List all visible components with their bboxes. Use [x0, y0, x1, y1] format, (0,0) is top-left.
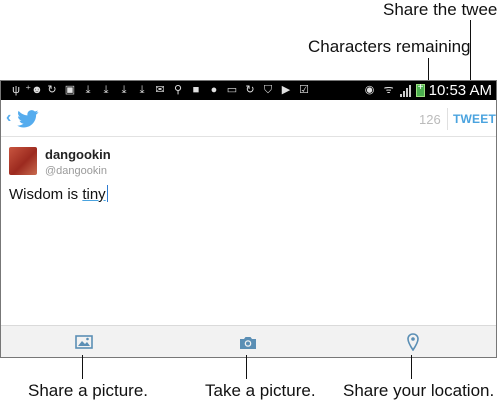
signal-icon	[399, 84, 412, 97]
gmail-icon: ✉	[155, 84, 165, 96]
shield-icon: ⛉	[263, 84, 273, 96]
camera-icon[interactable]	[238, 332, 258, 352]
display-name: dangookin	[45, 147, 111, 162]
twitter-bird-icon[interactable]	[17, 110, 39, 133]
tweet-text-plain: Wisdom is	[9, 186, 83, 203]
clock: 10:53 AM	[428, 82, 492, 99]
sync-icon: ↻	[245, 84, 255, 96]
characters-remaining-counter: 126	[419, 112, 441, 127]
share-location-leader-line	[411, 355, 412, 379]
voicemail-icon: ▭	[226, 84, 238, 96]
back-chevron-icon[interactable]: ‹	[6, 109, 11, 127]
avatar	[9, 147, 37, 175]
share-picture-leader-line	[82, 355, 83, 379]
play-store-icon: ▶	[281, 84, 291, 96]
facebook-icon: ■	[192, 84, 200, 96]
status-right: ◉ ᯤ 10:53 AM	[362, 81, 492, 100]
text-caret	[106, 185, 108, 202]
location-pin-icon[interactable]	[403, 332, 423, 352]
tweet-button[interactable]: TWEET	[453, 112, 496, 126]
eye-icon: ◉	[364, 84, 375, 96]
download-icon: ⤓	[103, 84, 109, 96]
download-icon: ⤓	[139, 84, 145, 96]
user-handle: @dangookin	[45, 165, 107, 177]
phone-screen: ψ ⁺☻ ↻ ▣ ⤓ ⤓ ⤓ ⤓ ✉ ⚲ ■ ● ▭ ↻ ⛉ ▶ ☑ ◉ ᯤ 1…	[0, 80, 497, 358]
share-location-callout: Share your location.	[343, 381, 495, 400]
compose-toolbar	[1, 325, 496, 357]
tweet-text-composing: tiny	[82, 186, 106, 203]
sync-icon: ↻	[47, 84, 57, 96]
take-picture-leader-line	[246, 355, 247, 379]
characters-remaining-callout: Characters remaining	[308, 37, 471, 56]
usb-icon: ψ	[12, 84, 20, 96]
download-icon: ⤓	[121, 84, 127, 96]
status-bar: ψ ⁺☻ ↻ ▣ ⤓ ⤓ ⤓ ⤓ ✉ ⚲ ■ ● ▭ ↻ ⛉ ▶ ☑ ◉ ᯤ 1…	[1, 81, 496, 100]
share-picture-callout: Share a picture.	[28, 381, 149, 400]
wifi-icon: ᯤ	[383, 84, 394, 96]
action-divider	[447, 108, 448, 130]
action-bar: ‹ 126 TWEET	[1, 100, 496, 137]
download-icon: ⤓	[85, 84, 91, 96]
hangouts-icon: ●	[210, 84, 218, 96]
picture-icon[interactable]	[74, 332, 94, 352]
person-add-icon: ⁺☻	[25, 84, 43, 96]
take-picture-callout: Take a picture.	[205, 381, 316, 400]
tweet-compose-input[interactable]: Wisdom is tiny	[9, 185, 108, 203]
checklist-icon: ☑	[299, 84, 309, 96]
device-icon: ▣	[64, 84, 76, 96]
share-tweet-callout: Share the tweet.	[383, 0, 497, 19]
notification-icons: ψ ⁺☻ ↻ ▣ ⤓ ⤓ ⤓ ⤓ ✉ ⚲ ■ ● ▭ ↻ ⛉ ▶ ☑	[1, 81, 313, 100]
battery-icon	[415, 82, 425, 97]
person-icon: ⚲	[173, 84, 183, 96]
